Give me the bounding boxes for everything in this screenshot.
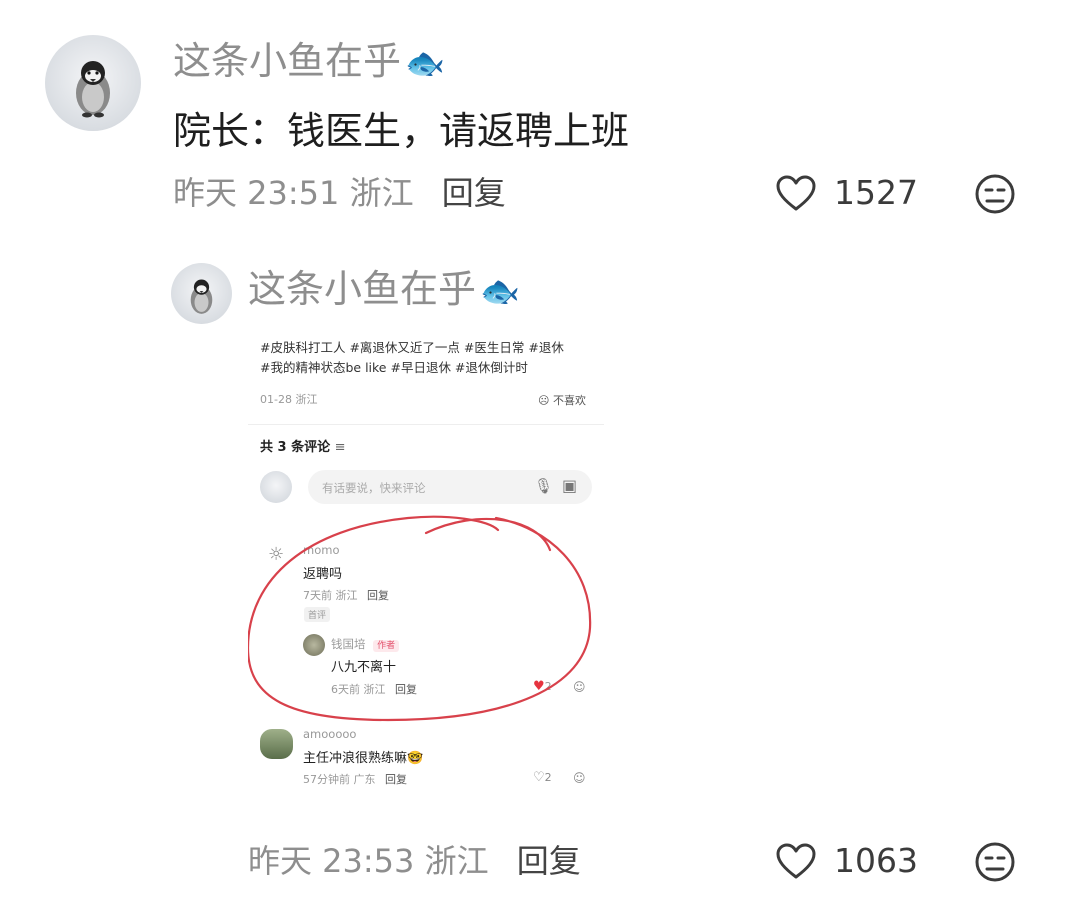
dislike-button[interactable] (973, 840, 1017, 884)
comment-meta: 昨天 23:53 浙江 回复 (248, 841, 581, 881)
heart-outline-icon (776, 843, 816, 879)
avatar[interactable] (45, 35, 141, 131)
comment-meta: 昨天 23:51 浙江 回复 (173, 173, 506, 213)
like-count: 1063 (834, 841, 918, 880)
username[interactable]: 这条小鱼在乎 🐟 (173, 38, 445, 86)
comment-text: 院长：钱医生，请返聘上班 (173, 109, 630, 153)
comment-location: 浙江 (424, 842, 489, 880)
comment-time: 昨天 23:51 (173, 174, 340, 212)
heart-outline-icon (776, 175, 816, 211)
like-button[interactable] (774, 840, 818, 884)
username[interactable]: 这条小鱼在乎 🐟 (248, 266, 520, 314)
penguin-avatar-icon (190, 279, 213, 314)
username-text: 这条小鱼在乎 (173, 39, 402, 83)
red-circle-annotation (248, 515, 592, 722)
username-text: 这条小鱼在乎 (248, 267, 477, 311)
comment-image[interactable]: #皮肤科打工人 #离退休又近了一点 #医生日常 #退休 #我的精神状态be li… (248, 328, 604, 800)
avatar[interactable] (171, 263, 232, 324)
fish-emoji-icon: 🐟 (405, 44, 445, 82)
fish-emoji-icon: 🐟 (480, 272, 520, 310)
comment-time: 昨天 23:53 (248, 842, 415, 880)
penguin-avatar-icon (76, 61, 110, 118)
meh-face-icon (975, 842, 1015, 882)
dislike-button[interactable] (973, 172, 1017, 216)
like-button[interactable] (774, 172, 818, 216)
reply-button[interactable]: 回复 (442, 174, 506, 212)
like-count: 1527 (834, 173, 918, 212)
comment-location: 浙江 (349, 174, 414, 212)
meh-face-icon (975, 174, 1015, 214)
reply-button[interactable]: 回复 (517, 842, 581, 880)
